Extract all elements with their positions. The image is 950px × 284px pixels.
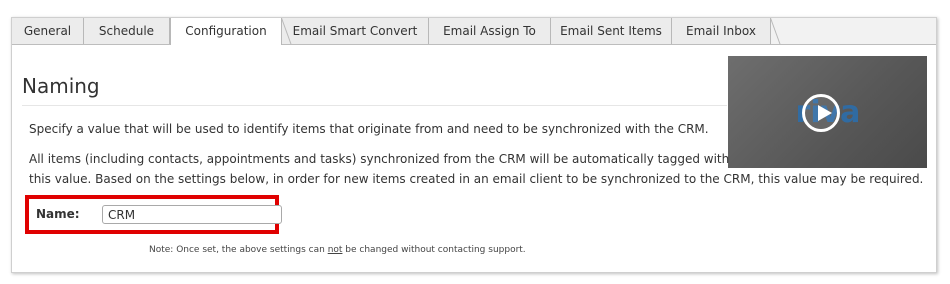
tab-email-smart-convert[interactable]: Email Smart Convert xyxy=(282,18,429,44)
section-title: Naming xyxy=(22,74,100,98)
play-icon[interactable] xyxy=(802,94,840,132)
description-paragraph-2-line-1: All items (including contacts, appointme… xyxy=(29,152,730,166)
note-emphasis: not xyxy=(327,245,343,255)
video-thumbnail[interactable]: riva xyxy=(728,56,927,168)
section-divider xyxy=(22,105,727,106)
name-field-highlight: Name: xyxy=(25,195,282,234)
tab-general[interactable]: General xyxy=(12,18,84,44)
settings-panel: General Schedule Configuration Email Sma… xyxy=(11,17,937,273)
description-paragraph-1: Specify a value that will be used to ide… xyxy=(29,122,709,136)
note-text-before: Note: Once set, the above settings can xyxy=(149,245,328,255)
tab-email-inbox[interactable]: Email Inbox xyxy=(672,18,771,44)
name-field-label: Name: xyxy=(36,207,80,221)
tab-email-assign-to[interactable]: Email Assign To xyxy=(429,18,551,44)
tab-bar: General Schedule Configuration Email Sma… xyxy=(12,18,936,45)
settings-note: Note: Once set, the above settings can n… xyxy=(149,245,526,255)
description-paragraph-2-line-2: this value. Based on the settings below,… xyxy=(29,172,924,186)
tab-configuration[interactable]: Configuration xyxy=(170,18,282,45)
note-text-after: be changed without contacting support. xyxy=(342,245,526,255)
name-input[interactable] xyxy=(102,205,282,224)
tab-email-sent-items[interactable]: Email Sent Items xyxy=(551,18,672,44)
tab-schedule[interactable]: Schedule xyxy=(84,18,170,44)
